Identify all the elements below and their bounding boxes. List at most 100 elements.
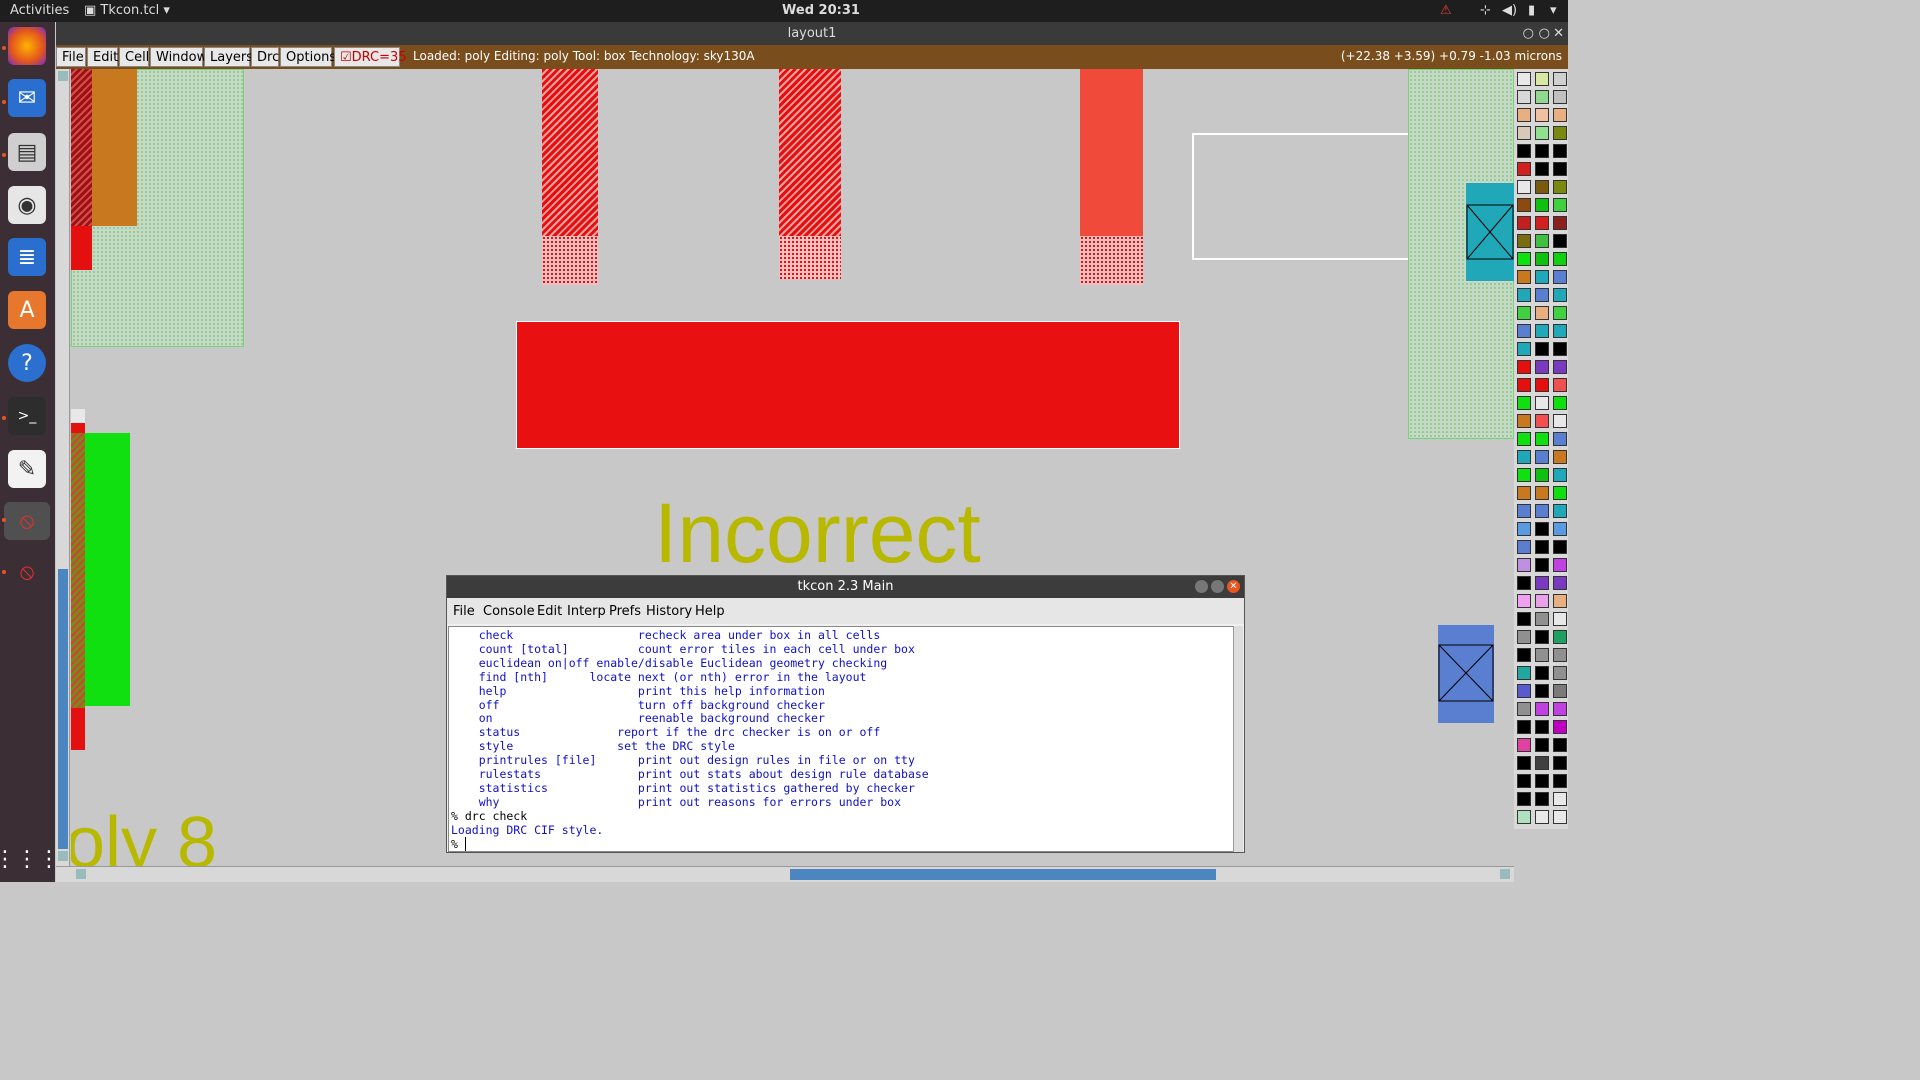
- layer-swatch[interactable]: [1535, 306, 1549, 320]
- tkcon-console-output[interactable]: check recheck area under box in all cell…: [448, 626, 1235, 852]
- layer-swatch[interactable]: [1535, 324, 1549, 338]
- tkcon-menu-console[interactable]: Console: [483, 604, 535, 619]
- tkcon-menu-help[interactable]: Help: [695, 604, 725, 619]
- scroll-right-icon[interactable]: [1500, 869, 1510, 879]
- layer-swatch[interactable]: [1535, 468, 1549, 482]
- scroll-left-icon[interactable]: [76, 869, 86, 879]
- help-icon[interactable]: ?: [8, 344, 46, 382]
- layer-swatch[interactable]: [1517, 252, 1531, 266]
- menu-file[interactable]: File: [56, 47, 86, 67]
- layer-swatch[interactable]: [1553, 450, 1567, 464]
- layer-swatch[interactable]: [1553, 396, 1567, 410]
- battery-icon[interactable]: ▮: [1528, 3, 1535, 18]
- layer-swatch[interactable]: [1553, 72, 1567, 86]
- layer-swatch[interactable]: [1553, 378, 1567, 392]
- layer-swatch[interactable]: [1553, 270, 1567, 284]
- layer-swatch[interactable]: [1553, 180, 1567, 194]
- layer-swatch[interactable]: [1553, 234, 1567, 248]
- layer-swatch[interactable]: [1535, 504, 1549, 518]
- menu-drc[interactable]: Drc: [251, 47, 279, 67]
- layer-swatch[interactable]: [1517, 360, 1531, 374]
- menu-edit[interactable]: Edit: [87, 47, 118, 67]
- layer-swatch[interactable]: [1517, 234, 1531, 248]
- layer-swatch[interactable]: [1517, 180, 1531, 194]
- layer-swatch[interactable]: [1535, 792, 1549, 806]
- layer-swatch[interactable]: [1535, 594, 1549, 608]
- layer-swatch[interactable]: [1535, 288, 1549, 302]
- layer-swatch[interactable]: [1517, 432, 1531, 446]
- layer-swatch[interactable]: [1535, 720, 1549, 734]
- layer-swatch[interactable]: [1535, 342, 1549, 356]
- thunderbird-icon[interactable]: ✉: [8, 79, 46, 117]
- layer-swatch[interactable]: [1553, 288, 1567, 302]
- layer-swatch[interactable]: [1553, 540, 1567, 554]
- layer-swatch[interactable]: [1535, 612, 1549, 626]
- horizontal-scroll-thumb[interactable]: [790, 869, 1216, 880]
- layer-swatch[interactable]: [1553, 126, 1567, 140]
- menu-window[interactable]: Window: [150, 47, 207, 67]
- close-icon[interactable]: ✕: [1227, 580, 1240, 593]
- layer-swatch[interactable]: [1553, 666, 1567, 680]
- layer-swatch[interactable]: [1553, 414, 1567, 428]
- layer-swatch[interactable]: [1517, 522, 1531, 536]
- layer-swatch[interactable]: [1517, 612, 1531, 626]
- layer-swatch[interactable]: [1517, 630, 1531, 644]
- system-menu-chevron-icon[interactable]: ▾: [1550, 3, 1557, 18]
- layer-swatch[interactable]: [1535, 540, 1549, 554]
- layer-swatch[interactable]: [1553, 252, 1567, 266]
- layer-swatch[interactable]: [1535, 144, 1549, 158]
- layer-swatch[interactable]: [1535, 360, 1549, 374]
- layer-swatch[interactable]: [1517, 684, 1531, 698]
- menu-layers[interactable]: Layers: [204, 47, 253, 67]
- layer-swatch[interactable]: [1535, 432, 1549, 446]
- layer-swatch[interactable]: [1553, 612, 1567, 626]
- layer-swatch[interactable]: [1553, 216, 1567, 230]
- scroll-up-icon[interactable]: [58, 71, 68, 81]
- layer-swatch[interactable]: [1553, 774, 1567, 788]
- magic-window-icon[interactable]: ⦸: [4, 502, 50, 540]
- layer-swatch[interactable]: [1517, 396, 1531, 410]
- layer-swatch[interactable]: [1517, 108, 1531, 122]
- console-prompt[interactable]: %: [451, 836, 1234, 851]
- layer-swatch[interactable]: [1517, 324, 1531, 338]
- firefox-icon[interactable]: [8, 27, 46, 65]
- layer-swatch[interactable]: [1517, 378, 1531, 392]
- layer-swatch[interactable]: [1553, 198, 1567, 212]
- volume-icon[interactable]: ◀): [1502, 3, 1517, 18]
- activities-button[interactable]: Activities: [10, 3, 69, 18]
- layer-swatch[interactable]: [1553, 738, 1567, 752]
- layer-swatch[interactable]: [1535, 558, 1549, 572]
- layer-swatch[interactable]: [1535, 270, 1549, 284]
- layer-swatch[interactable]: [1517, 216, 1531, 230]
- maximize-icon[interactable]: [1211, 580, 1224, 593]
- layer-swatch[interactable]: [1535, 216, 1549, 230]
- layer-swatch[interactable]: [1553, 522, 1567, 536]
- layer-swatch[interactable]: [1535, 576, 1549, 590]
- tkcon-menu-history[interactable]: History: [646, 604, 692, 619]
- writer-icon[interactable]: ≣: [8, 238, 46, 276]
- tkcon-menu-prefs[interactable]: Prefs: [609, 604, 641, 619]
- layer-swatch[interactable]: [1553, 144, 1567, 158]
- layer-swatch[interactable]: [1517, 342, 1531, 356]
- layer-swatch[interactable]: [1517, 702, 1531, 716]
- layer-swatch[interactable]: [1517, 450, 1531, 464]
- layer-swatch[interactable]: [1535, 684, 1549, 698]
- layer-swatch[interactable]: [1517, 270, 1531, 284]
- layer-swatch[interactable]: [1517, 774, 1531, 788]
- layer-swatch[interactable]: [1553, 468, 1567, 482]
- layer-swatch[interactable]: [1535, 756, 1549, 770]
- layer-swatch[interactable]: [1517, 468, 1531, 482]
- layer-swatch[interactable]: [1535, 378, 1549, 392]
- layer-swatch[interactable]: [1553, 702, 1567, 716]
- layer-swatch[interactable]: [1517, 504, 1531, 518]
- layer-swatch[interactable]: [1535, 252, 1549, 266]
- layer-swatch[interactable]: [1517, 558, 1531, 572]
- layer-swatch[interactable]: [1553, 504, 1567, 518]
- tkcon-menu-edit[interactable]: Edit: [537, 604, 562, 619]
- minimize-icon[interactable]: [1195, 580, 1208, 593]
- layer-swatch[interactable]: [1553, 90, 1567, 104]
- drc-toggle[interactable]: ☑DRC=35: [334, 47, 407, 67]
- layer-swatch[interactable]: [1553, 720, 1567, 734]
- layer-swatch[interactable]: [1517, 810, 1531, 824]
- layer-swatch[interactable]: [1517, 90, 1531, 104]
